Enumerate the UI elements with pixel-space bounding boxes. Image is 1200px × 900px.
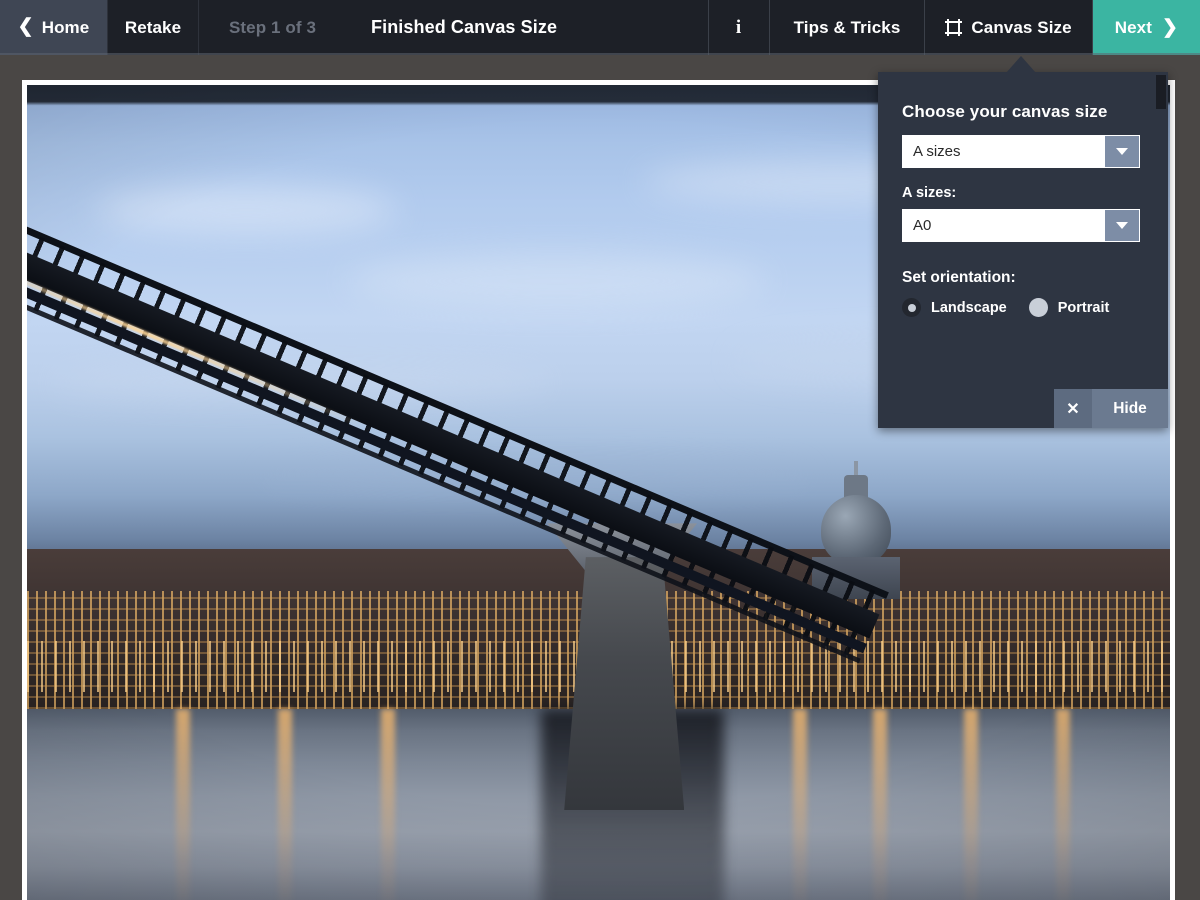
- hide-button[interactable]: Hide: [1092, 389, 1168, 428]
- panel-pointer-arrow: [1006, 56, 1036, 73]
- page-title: Finished Canvas Size: [346, 0, 708, 55]
- canvas-size-button[interactable]: Canvas Size: [925, 0, 1093, 55]
- crop-frame-icon: [945, 19, 963, 36]
- panel-heading: Choose your canvas size: [902, 102, 1108, 121]
- orientation-heading: Set orientation:: [902, 269, 1016, 286]
- home-button-label: Home: [41, 17, 90, 37]
- chevron-left-icon: ❮: [17, 16, 34, 37]
- size-value-select[interactable]: A0: [902, 209, 1140, 242]
- next-button[interactable]: Next ❯: [1092, 0, 1200, 55]
- chevron-right-icon: ❯: [1161, 17, 1178, 38]
- radio-landscape-indicator[interactable]: [902, 298, 921, 317]
- chevron-down-icon[interactable]: [1105, 136, 1139, 167]
- size-group-select[interactable]: A sizes: [902, 135, 1140, 168]
- size-field-label: A sizes:: [902, 185, 957, 201]
- tips-and-tricks-button[interactable]: Tips & Tricks: [770, 0, 926, 55]
- app-root: ❮ Home Retake Step 1 of 3 Finished Canva…: [0, 0, 1200, 900]
- hide-button-label: Hide: [1113, 399, 1147, 417]
- tips-and-tricks-label: Tips & Tricks: [793, 17, 901, 37]
- size-group-select-value: A sizes: [913, 143, 961, 160]
- info-button[interactable]: i: [707, 0, 770, 55]
- canvas-size-panel: Choose your canvas size A sizes A sizes:…: [878, 72, 1168, 428]
- info-icon: i: [735, 16, 742, 38]
- size-value-select-value: A0: [913, 217, 932, 234]
- radio-portrait-label: Portrait: [1057, 299, 1110, 316]
- retake-button[interactable]: Retake: [107, 0, 198, 55]
- close-icon[interactable]: ✕: [1054, 389, 1092, 428]
- radio-landscape-label: Landscape: [931, 299, 1007, 316]
- page-title-label: Finished Canvas Size: [371, 17, 558, 37]
- top-toolbar: ❮ Home Retake Step 1 of 3 Finished Canva…: [0, 0, 1200, 55]
- step-indicator-label: Step 1 of 3: [228, 17, 317, 37]
- step-indicator: Step 1 of 3: [198, 0, 346, 55]
- chevron-down-icon[interactable]: [1105, 210, 1139, 241]
- next-button-label: Next: [1114, 17, 1152, 37]
- retake-button-label: Retake: [124, 17, 182, 37]
- radio-portrait-indicator[interactable]: [1028, 298, 1048, 317]
- home-button[interactable]: ❮ Home: [0, 0, 107, 55]
- radio-portrait[interactable]: Portrait: [1028, 298, 1110, 317]
- panel-scrollbar[interactable]: [1156, 75, 1166, 109]
- orientation-radio-group: Landscape Portrait: [902, 298, 1144, 317]
- canvas-size-label: Canvas Size: [971, 17, 1072, 37]
- panel-footer: ✕ Hide: [1054, 389, 1168, 428]
- radio-landscape[interactable]: Landscape: [902, 298, 1007, 317]
